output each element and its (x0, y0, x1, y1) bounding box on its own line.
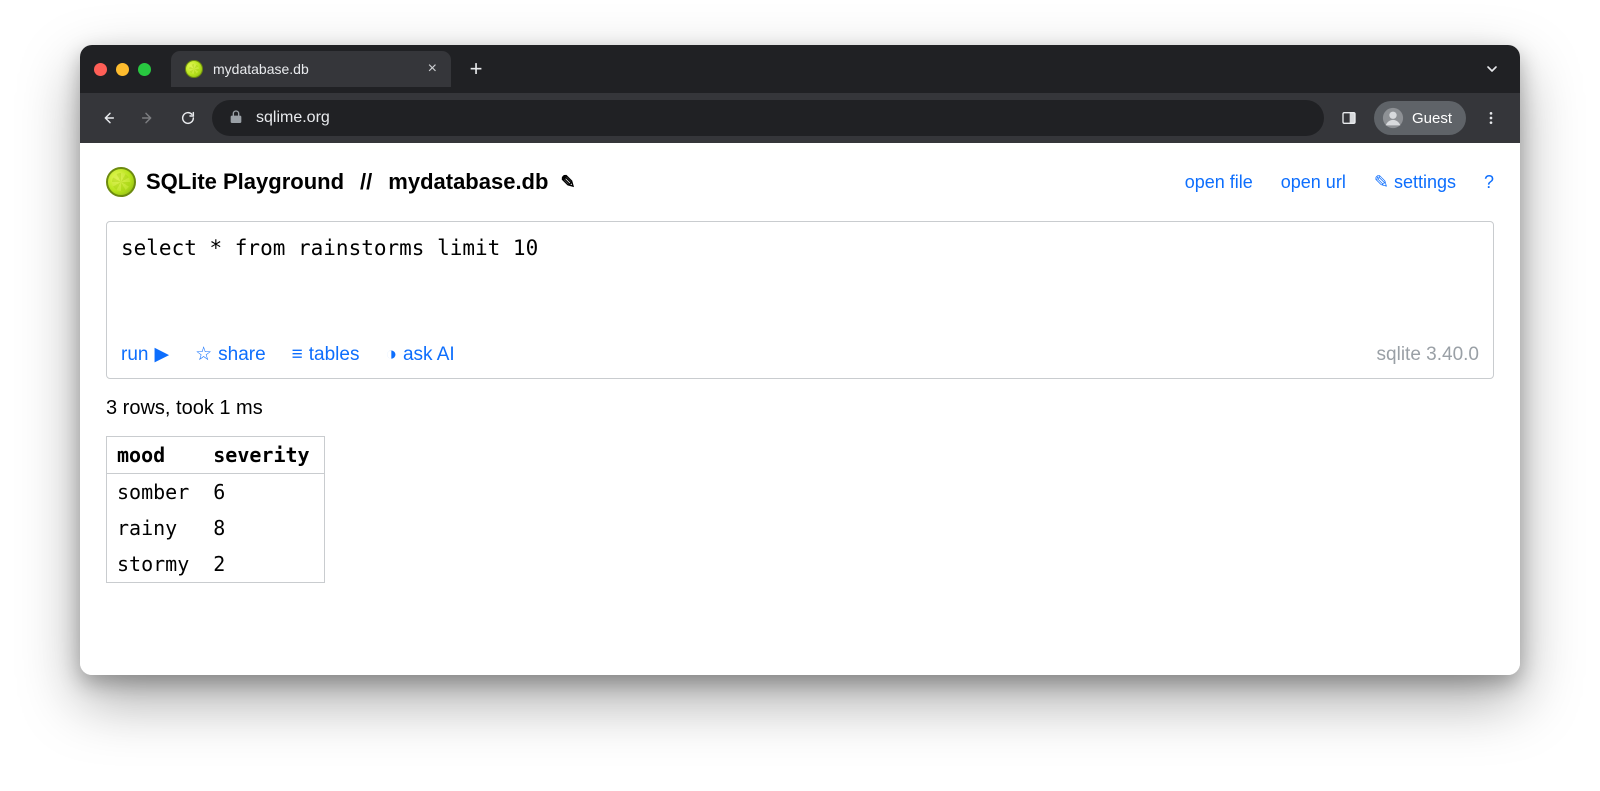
page-content: SQLite Playground // mydatabase.db ✎ ope… (80, 143, 1520, 675)
table-cell: somber (107, 474, 204, 511)
sql-editor: run ▶ ☆ share ≡ tables ◑ ask AI sqlite 3… (106, 221, 1494, 379)
table-cell: 6 (203, 474, 324, 511)
lime-logo-icon (106, 167, 136, 197)
settings-link[interactable]: ✎ settings (1374, 172, 1456, 193)
table-header-row: moodseverity (107, 437, 325, 474)
chevron-down-icon (1484, 61, 1500, 77)
new-tab-button[interactable]: + (461, 54, 491, 84)
sql-input[interactable] (107, 222, 1493, 330)
star-icon: ☆ (195, 343, 212, 366)
nav-back-button[interactable] (92, 102, 124, 134)
table-row: somber6 (107, 474, 325, 511)
browser-window: mydatabase.db × + sqlime.org (80, 45, 1520, 675)
open-url-link[interactable]: open url (1281, 172, 1346, 193)
url-text: sqlime.org (256, 109, 330, 127)
page-header: SQLite Playground // mydatabase.db ✎ ope… (106, 167, 1494, 197)
browser-menu-button[interactable] (1474, 101, 1508, 135)
table-row: stormy2 (107, 546, 325, 583)
db-name: mydatabase.db (388, 169, 548, 195)
settings-label: settings (1394, 172, 1456, 192)
run-label: run (121, 344, 148, 366)
header-links: open file open url ✎ settings ? (1185, 172, 1494, 193)
window-close-button[interactable] (94, 63, 107, 76)
window-minimize-button[interactable] (116, 63, 129, 76)
table-cell: 8 (203, 510, 324, 546)
reload-icon (180, 110, 196, 126)
app-title: SQLite Playground (146, 169, 344, 195)
ask-ai-label: ask AI (403, 344, 455, 366)
globe-icon: ◑ (385, 344, 396, 366)
column-header: severity (203, 437, 324, 474)
share-label: share (218, 344, 266, 366)
table-cell: stormy (107, 546, 204, 583)
tables-label: tables (309, 344, 360, 366)
play-icon: ▶ (154, 343, 169, 366)
tab-strip: mydatabase.db × + (80, 45, 1520, 93)
link-icon: ✎ (1374, 172, 1389, 192)
tabs-dropdown-button[interactable] (1478, 55, 1506, 83)
title-separator: // (360, 169, 372, 195)
run-button[interactable]: run ▶ (121, 343, 169, 366)
arrow-left-icon (100, 110, 116, 126)
browser-toolbar: sqlime.org Guest (80, 93, 1520, 143)
help-link[interactable]: ? (1484, 172, 1494, 193)
kebab-icon (1483, 110, 1499, 126)
sqlite-version: sqlite 3.40.0 (1377, 344, 1479, 366)
side-panel-button[interactable] (1332, 101, 1366, 135)
column-header: mood (107, 437, 204, 474)
profile-label: Guest (1412, 110, 1452, 127)
nav-reload-button[interactable] (172, 102, 204, 134)
table-cell: 2 (203, 546, 324, 583)
window-zoom-button[interactable] (138, 63, 151, 76)
address-bar[interactable]: sqlime.org (212, 100, 1324, 136)
open-file-link[interactable]: open file (1185, 172, 1253, 193)
tables-button[interactable]: ≡ tables (292, 344, 360, 366)
lime-favicon-icon (185, 60, 203, 78)
close-tab-icon[interactable]: × (428, 61, 437, 77)
table-row: rainy8 (107, 510, 325, 546)
query-status: 3 rows, took 1 ms (106, 397, 1494, 420)
result-table: moodseverity somber6rainy8stormy2 (106, 436, 325, 583)
share-button[interactable]: ☆ share (195, 343, 266, 366)
arrow-right-icon (140, 110, 156, 126)
table-cell: rainy (107, 510, 204, 546)
nav-forward-button[interactable] (132, 102, 164, 134)
pencil-icon[interactable]: ✎ (560, 172, 575, 193)
avatar-icon (1382, 107, 1404, 129)
list-icon: ≡ (292, 344, 303, 366)
traffic-lights (94, 63, 151, 76)
panel-icon (1341, 110, 1357, 126)
tab-title: mydatabase.db (213, 61, 418, 77)
lock-icon (228, 109, 244, 128)
editor-toolbar: run ▶ ☆ share ≡ tables ◑ ask AI sqlite 3… (107, 335, 1493, 378)
ask-ai-button[interactable]: ◑ ask AI (385, 344, 454, 366)
profile-button[interactable]: Guest (1374, 101, 1466, 135)
browser-tab[interactable]: mydatabase.db × (171, 51, 451, 87)
